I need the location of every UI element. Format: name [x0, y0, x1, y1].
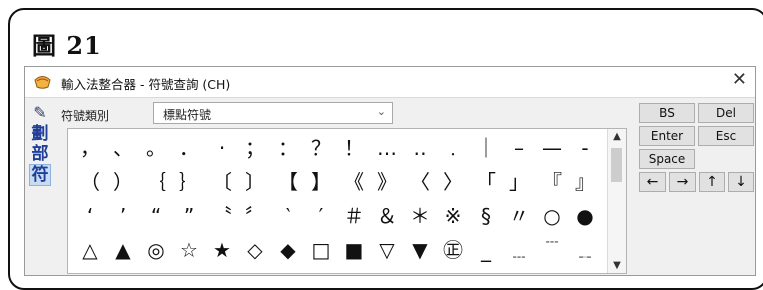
category-selected-value: 標點符號 [163, 108, 212, 122]
symbol-cell[interactable]: ： [276, 133, 300, 163]
symbol-scrollbar[interactable]: ▲ ▼ [607, 129, 626, 273]
symbol-cell[interactable]: ｝ [177, 167, 201, 197]
arrow-down-button[interactable]: ↓ [728, 172, 754, 192]
symbol-cell[interactable]: ﹒ [441, 133, 465, 163]
symbol-cell[interactable]: ﹎ [573, 235, 597, 265]
title-bar: 輸入法整合器 - 符號查詢 (CH) ✕ [25, 67, 755, 97]
symbol-cell[interactable]: 「 [474, 167, 498, 197]
symbol-cell[interactable]: ﹉ [540, 235, 564, 265]
symbol-cell[interactable]: ” [177, 201, 201, 231]
symbol-cell[interactable]: ◎ [144, 235, 168, 265]
space-button[interactable]: Space [639, 149, 695, 169]
symbol-cell[interactable]: — [540, 133, 564, 163]
chevron-down-icon: ⌄ [376, 105, 386, 118]
symbol-cell[interactable]: ☆ [177, 235, 201, 265]
symbol-cell[interactable]: 》 [375, 167, 399, 197]
escape-button[interactable]: Esc [698, 126, 754, 146]
symbol-cell[interactable]: “ [144, 201, 168, 231]
symbol-row: △ ▲ ◎ ☆ ★ ◇ ◆ □ ■ ▽ ▼ ㊣ _ ﹍ ﹉ ﹎ [68, 235, 608, 265]
symbol-grid: ， 、 。 ． ‧ ； ： ？ ！ … ‥ ﹒ ｜ – — - （ ） ｛ ｝ … [67, 128, 627, 274]
app-icon [34, 76, 51, 89]
symbol-cell[interactable]: ） [111, 167, 135, 197]
symbol-cell[interactable]: 『 [540, 167, 564, 197]
handwriting-tool-icon[interactable]: ✎ [29, 102, 51, 124]
sidebar-item-symbols[interactable]: 符 [29, 164, 51, 186]
category-select[interactable]: 標點符號 ⌄ [153, 102, 393, 124]
symbol-row: ‘ ’ “ ” 〝 〞 ‵ ′ ＃ ＆ ＊ ※ § 〃 ○ ● [68, 201, 608, 231]
symbol-cell[interactable]: （ [78, 167, 102, 197]
symbol-cell[interactable]: § [474, 201, 498, 231]
window-body: ✎ 劃 部 符 符號類別 標點符號 ⌄ ， 、 。 ． ‧ ； ： ？ ！ … … [25, 97, 755, 275]
symbol-cell[interactable]: ▼ [408, 235, 432, 265]
symbol-cell[interactable]: ‘ [78, 201, 102, 231]
symbol-cell[interactable]: ′ [309, 201, 333, 231]
symbol-cell[interactable]: ﹍ [507, 235, 531, 265]
symbol-row: ， 、 。 ． ‧ ； ： ？ ！ … ‥ ﹒ ｜ – — - [68, 133, 608, 163]
symbol-cell[interactable]: 〕 [243, 167, 267, 197]
symbol-cell[interactable]: – [507, 133, 531, 163]
symbol-cell[interactable]: ＊ [408, 201, 432, 231]
symbol-cell[interactable]: ！ [342, 133, 366, 163]
window-title: 輸入法整合器 - 符號查詢 (CH) [61, 77, 231, 92]
sidebar-item-strokes[interactable]: 劃 [29, 124, 51, 144]
symbol-cell[interactable]: ＆ [375, 201, 399, 231]
symbol-cell[interactable]: ○ [540, 201, 564, 231]
scroll-thumb[interactable] [611, 148, 622, 182]
symbol-cell[interactable]: ㊣ [441, 235, 465, 265]
symbol-cell[interactable]: ？ [309, 133, 333, 163]
symbol-row: （ ） ｛ ｝ 〔 〕 【 】 《 》 〈 〉 「 」 『 』 [68, 167, 608, 197]
arrow-left-button[interactable]: ← [639, 172, 666, 192]
arrow-right-button[interactable]: → [669, 172, 696, 192]
symbol-cell[interactable]: ． [177, 133, 201, 163]
symbol-lookup-window: 輸入法整合器 - 符號查詢 (CH) ✕ ✎ 劃 部 符 符號類別 標點符號 ⌄… [24, 66, 756, 276]
figure-title: 圖 21 [32, 31, 102, 60]
symbol-cell[interactable]: 【 [276, 167, 300, 197]
symbol-cell[interactable]: 〈 [408, 167, 432, 197]
symbol-cell[interactable]: □ [309, 235, 333, 265]
symbol-cell[interactable]: ▲ [111, 235, 135, 265]
symbol-cell[interactable]: 、 [111, 133, 135, 163]
symbol-cell[interactable]: 〃 [507, 201, 531, 231]
category-label: 符號類別 [61, 109, 110, 123]
symbol-cell[interactable]: ◇ [243, 235, 267, 265]
symbol-cell[interactable]: 〝 [210, 201, 234, 231]
symbol-cell[interactable]: ● [573, 201, 597, 231]
enter-button[interactable]: Enter [639, 126, 695, 146]
symbol-cell[interactable]: ‵ [276, 201, 300, 231]
symbol-cell[interactable]: 〞 [243, 201, 267, 231]
symbol-cell[interactable]: ※ [441, 201, 465, 231]
symbol-cell[interactable]: ‥ [408, 133, 432, 163]
symbol-cell[interactable]: 」 [507, 167, 531, 197]
symbol-cell[interactable]: - [573, 133, 597, 163]
sidebar-item-radicals[interactable]: 部 [29, 144, 51, 164]
symbol-cell[interactable]: ， [78, 133, 102, 163]
symbol-cell[interactable]: ◆ [276, 235, 300, 265]
symbol-cell[interactable]: 】 [309, 167, 333, 197]
symbol-cell[interactable]: ‧ [210, 133, 234, 163]
delete-button[interactable]: Del [698, 103, 754, 123]
backspace-button[interactable]: BS [639, 103, 695, 123]
symbol-cell[interactable]: ｛ [144, 167, 168, 197]
symbol-cell[interactable]: △ [78, 235, 102, 265]
symbol-cell[interactable]: 〉 [441, 167, 465, 197]
symbol-cell[interactable]: 。 [144, 133, 168, 163]
close-button[interactable]: ✕ [732, 70, 747, 90]
symbol-cell[interactable]: 〔 [210, 167, 234, 197]
symbol-cell[interactable]: ｜ [474, 133, 498, 163]
symbol-cell[interactable]: 《 [342, 167, 366, 197]
symbol-cell[interactable]: ★ [210, 235, 234, 265]
symbol-cell[interactable]: ■ [342, 235, 366, 265]
symbol-cell[interactable]: ＃ [342, 201, 366, 231]
symbol-cell[interactable]: ； [243, 133, 267, 163]
input-mode-sidebar: ✎ 劃 部 符 [29, 102, 51, 186]
symbol-cell[interactable]: ▽ [375, 235, 399, 265]
symbol-cell[interactable]: … [375, 133, 399, 163]
scroll-down-icon[interactable]: ▼ [608, 260, 626, 271]
symbol-cell[interactable]: _ [474, 235, 498, 265]
symbol-cell[interactable]: ’ [111, 201, 135, 231]
arrow-up-button[interactable]: ↑ [699, 172, 725, 192]
symbol-cell[interactable]: 』 [573, 167, 597, 197]
scroll-up-icon[interactable]: ▲ [608, 131, 626, 142]
